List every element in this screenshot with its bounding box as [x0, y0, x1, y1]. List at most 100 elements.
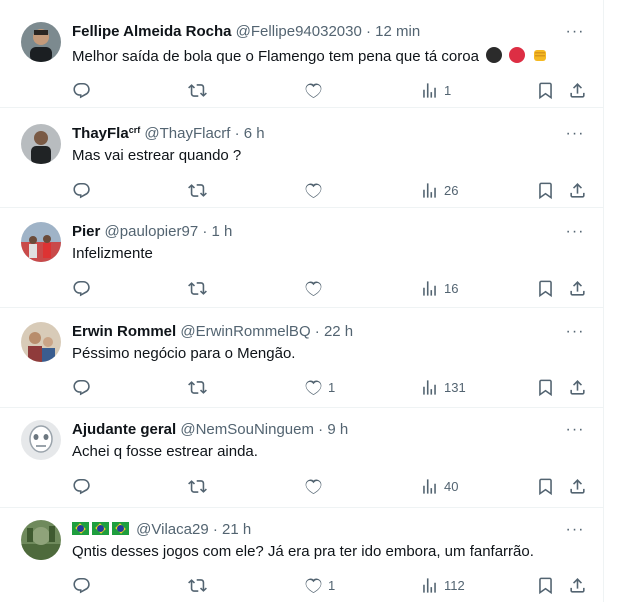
views-icon [423, 280, 436, 296]
repost-icon [188, 83, 207, 97]
reply-item[interactable]: Pier @paulopier97 · 1 h ··· Infelizmente… [0, 208, 603, 308]
avatar[interactable] [21, 22, 61, 62]
repost-button[interactable] [188, 276, 207, 300]
replies-thread: Fellipe Almeida Rocha @Fellipe94032030 ·… [0, 0, 604, 602]
more-options-icon[interactable]: ··· [565, 324, 585, 344]
bookmark-button[interactable] [536, 573, 555, 597]
views-button[interactable]: 1 [420, 78, 451, 102]
reply-icon [73, 82, 90, 98]
reply-item[interactable]: @Vilaca29 · 21 h ··· Qntis desses jogos … [0, 508, 603, 602]
share-button[interactable] [568, 78, 587, 102]
heart-icon [305, 379, 322, 395]
author-name[interactable]: Pier [72, 223, 100, 240]
reply-header: Ajudante geral @NemSouNinguem · 9 h [72, 420, 563, 440]
heart-icon [305, 82, 322, 98]
more-options-icon[interactable]: ··· [565, 224, 585, 244]
more-options-icon[interactable]: ··· [565, 126, 585, 146]
action-bar: 40 [72, 474, 592, 498]
author-handle[interactable]: @NemSouNinguem [180, 421, 314, 438]
timestamp[interactable]: 6 h [244, 125, 265, 142]
timestamp[interactable]: 12 min [375, 23, 420, 40]
timestamp[interactable]: 21 h [222, 521, 251, 538]
views-icon [423, 379, 436, 395]
author-name[interactable]: Erwin Rommel [72, 323, 176, 340]
red-circle-icon [509, 47, 526, 63]
action-bar: 1 [72, 78, 592, 102]
reply-button[interactable] [72, 178, 91, 202]
repost-button[interactable] [188, 573, 207, 597]
reply-text: Mas vai estrear quando ? [72, 147, 242, 164]
avatar[interactable] [21, 420, 61, 460]
author-handle[interactable]: @ErwinRommelBQ [180, 323, 310, 340]
more-options-icon[interactable]: ··· [565, 24, 585, 44]
bookmark-button[interactable] [536, 178, 555, 202]
bookmark-button[interactable] [536, 78, 555, 102]
bookmark-button[interactable] [536, 375, 555, 399]
share-button[interactable] [568, 573, 587, 597]
repost-button[interactable] [188, 78, 207, 102]
reply-header: ThayFlacrf @ThayFlacrf · 6 h [72, 124, 563, 144]
avatar[interactable] [21, 520, 61, 560]
bookmark-icon [539, 379, 552, 396]
like-button[interactable] [304, 276, 328, 300]
brazil-flag-icon [92, 522, 109, 535]
like-button[interactable] [304, 78, 328, 102]
reply-item[interactable]: ThayFlacrf @ThayFlacrf · 6 h ··· Mas vai… [0, 108, 603, 208]
avatar[interactable] [21, 222, 61, 262]
reply-item[interactable]: Fellipe Almeida Rocha @Fellipe94032030 ·… [0, 0, 603, 108]
share-icon [570, 82, 585, 98]
reply-item[interactable]: Erwin Rommel @ErwinRommelBQ · 22 h ··· P… [0, 308, 603, 408]
reply-icon [73, 182, 90, 198]
separator: · [202, 223, 208, 240]
repost-button[interactable] [188, 178, 207, 202]
timestamp[interactable]: 9 h [327, 421, 348, 438]
share-button[interactable] [568, 375, 587, 399]
reply-text-content: Melhor saída de bola que o Flamengo tem … [72, 48, 479, 65]
author-handle[interactable]: @paulopier97 [105, 223, 199, 240]
reply-item[interactable]: Ajudante geral @NemSouNinguem · 9 h ··· … [0, 408, 603, 508]
timestamp[interactable]: 1 h [212, 223, 233, 240]
reply-button[interactable] [72, 375, 91, 399]
more-options-icon[interactable]: ··· [565, 522, 585, 542]
like-button[interactable]: 1 [304, 375, 335, 399]
views-button[interactable]: 26 [420, 178, 458, 202]
views-button[interactable]: 40 [420, 474, 458, 498]
views-icon [423, 478, 436, 494]
timestamp[interactable]: 22 h [324, 323, 353, 340]
reply-icon [73, 379, 90, 395]
reply-button[interactable] [72, 573, 91, 597]
more-options-icon[interactable]: ··· [565, 422, 585, 442]
author-name[interactable]: Ajudante geral [72, 421, 176, 438]
reply-header: @Vilaca29 · 21 h [72, 520, 563, 540]
author-handle[interactable]: @Fellipe94032030 [236, 23, 362, 40]
share-icon [570, 379, 585, 395]
name-superscript: crf [128, 125, 141, 135]
views-button[interactable]: 131 [420, 375, 466, 399]
share-button[interactable] [568, 474, 587, 498]
reply-button[interactable] [72, 276, 91, 300]
reply-text: Melhor saída de bola que o Flamengo tem … [72, 46, 583, 70]
author-name[interactable]: ThayFla [72, 125, 129, 142]
repost-button[interactable] [188, 474, 207, 498]
avatar[interactable] [21, 322, 61, 362]
brazil-flag-icon [112, 522, 129, 535]
reply-button[interactable] [72, 78, 91, 102]
repost-icon [188, 380, 207, 394]
author-handle[interactable]: @ThayFlacrf [144, 125, 230, 142]
reply-button[interactable] [72, 474, 91, 498]
repost-button[interactable] [188, 375, 207, 399]
views-button[interactable]: 112 [420, 573, 465, 597]
author-handle[interactable]: @Vilaca29 [136, 521, 209, 538]
views-button[interactable]: 16 [420, 276, 458, 300]
author-name[interactable]: Fellipe Almeida Rocha [72, 23, 232, 40]
brazil-flag-icon [72, 522, 89, 535]
like-button[interactable]: 1 [304, 573, 335, 597]
like-button[interactable] [304, 178, 328, 202]
bookmark-button[interactable] [536, 276, 555, 300]
avatar[interactable] [21, 124, 61, 164]
share-button[interactable] [568, 276, 587, 300]
bookmark-button[interactable] [536, 474, 555, 498]
share-button[interactable] [568, 178, 587, 202]
reply-text: Péssimo negócio para o Mengão. [72, 345, 296, 362]
like-button[interactable] [304, 474, 328, 498]
